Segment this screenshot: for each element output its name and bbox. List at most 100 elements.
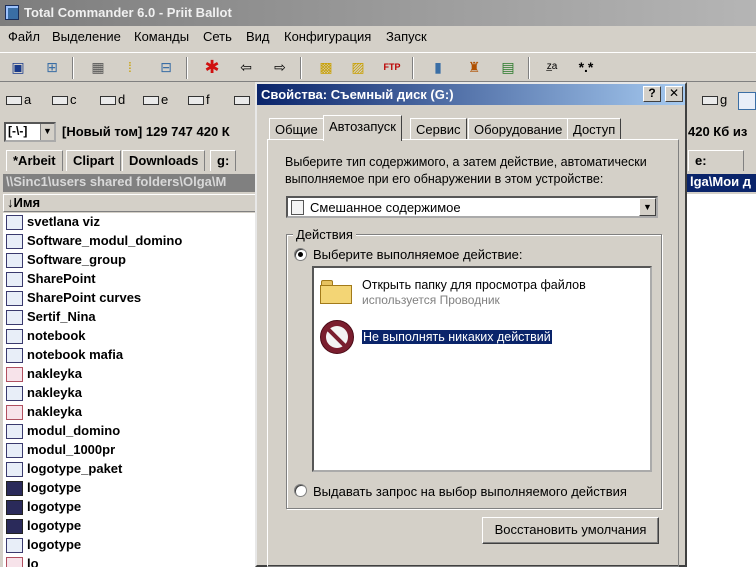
action-do-nothing[interactable]: Не выполнять никаких действий xyxy=(320,320,640,360)
menu-config[interactable]: Конфигурация xyxy=(284,29,371,44)
right-file-list xyxy=(686,194,756,567)
file-name: logotype xyxy=(27,499,82,514)
refresh-icon[interactable]: ▣ xyxy=(6,56,30,80)
tab-sharing[interactable]: Доступ xyxy=(567,118,622,140)
editor-icon[interactable]: ▤ xyxy=(496,56,520,80)
drive-combo[interactable]: [-\-] ▼ xyxy=(4,122,56,142)
file-name: Sertif_Nina xyxy=(27,309,96,324)
document-file-icon xyxy=(6,386,23,401)
forward-icon[interactable]: ⇨ xyxy=(268,56,292,80)
drive-icon xyxy=(100,96,116,105)
drive-f-button[interactable]: f xyxy=(188,92,210,110)
menu-network[interactable]: Сеть xyxy=(203,29,232,44)
image-file-icon xyxy=(6,481,23,496)
left-path[interactable]: \\Sinc1\users shared folders\Olga\M xyxy=(3,174,261,192)
drive-g-button[interactable]: g xyxy=(702,92,727,110)
close-button[interactable]: ✕ xyxy=(665,86,683,102)
action-open-folder[interactable]: Открыть папку для просмотра файлов испол… xyxy=(320,276,640,316)
pdf-file-icon xyxy=(6,557,23,567)
menu-start[interactable]: Запуск xyxy=(386,29,427,44)
file-name: logotype xyxy=(27,518,82,533)
tab-hardware[interactable]: Оборудование xyxy=(468,118,569,140)
file-name: nakleyka xyxy=(27,366,82,381)
no-action-icon xyxy=(320,320,354,354)
file-row[interactable]: logotype xyxy=(3,498,261,517)
file-row[interactable]: logotype xyxy=(3,517,261,536)
file-name: modul_1000pr xyxy=(27,442,116,457)
tab-general[interactable]: Общие xyxy=(269,118,324,140)
file-row[interactable]: Sertif_Nina xyxy=(3,308,261,327)
column-header-name[interactable]: ↓Имя xyxy=(3,194,261,212)
document-file-icon xyxy=(6,443,23,458)
menu-bar: Файл Выделение Команды Сеть Вид Конфигур… xyxy=(0,26,756,48)
tab-clipart[interactable]: Clipart xyxy=(66,150,122,171)
brush-icon[interactable]: ♜ xyxy=(462,56,486,80)
file-row[interactable]: nakleyka xyxy=(3,365,261,384)
tree-view-icon[interactable]: ⊟ xyxy=(154,56,178,80)
menu-commands[interactable]: Команды xyxy=(134,29,189,44)
restore-defaults-button[interactable]: Восстановить умолчания xyxy=(482,517,659,544)
chevron-down-icon[interactable]: ▼ xyxy=(639,198,656,216)
properties-dialog: Свойства: Съемный диск (G:) ? ✕ Общие Ав… xyxy=(255,82,687,567)
tab-g[interactable]: g: xyxy=(210,150,237,171)
file-row[interactable]: Software_group xyxy=(3,251,261,270)
help-button[interactable]: ? xyxy=(643,86,661,102)
toolbar-separator xyxy=(300,57,302,79)
toolbar-separator xyxy=(528,57,530,79)
content-type-label: Выберите тип содержимого, а затем действ… xyxy=(285,155,647,186)
drive-icon xyxy=(234,96,250,105)
notes-icon[interactable]: ▮ xyxy=(426,56,450,80)
back-icon[interactable]: ⇦ xyxy=(234,56,258,80)
document-file-icon xyxy=(6,348,23,363)
radio-prompt-action[interactable] xyxy=(294,484,307,497)
tree-icon[interactable]: ⊞ xyxy=(40,56,64,80)
file-row[interactable]: lo xyxy=(3,555,261,567)
drive-e-button[interactable]: e xyxy=(143,92,168,110)
ftp-icon[interactable]: FTP xyxy=(380,56,404,80)
menu-file[interactable]: Файл xyxy=(8,29,40,44)
drive-d-button[interactable]: d xyxy=(100,92,125,110)
right-path[interactable]: lga\Мои д xyxy=(686,174,756,192)
file-row[interactable]: SharePoint curves xyxy=(3,289,261,308)
drive-icon xyxy=(52,96,68,105)
file-row[interactable]: modul_domino xyxy=(3,422,261,441)
drive-a-button[interactable]: a xyxy=(6,92,31,110)
filter-icon[interactable]: ✱ xyxy=(200,56,224,80)
full-view-icon[interactable]: ⁞ xyxy=(118,56,142,80)
action-do-nothing-label: Не выполнять никаких действий xyxy=(361,329,553,345)
file-name: notebook xyxy=(27,328,86,343)
content-type-select[interactable]: Смешанное содержимое ▼ xyxy=(286,196,658,218)
file-row[interactable]: logotype_paket xyxy=(3,460,261,479)
menu-select[interactable]: Выделение xyxy=(52,29,121,44)
file-row[interactable]: logotype xyxy=(3,536,261,555)
select-all-icon[interactable]: *.* xyxy=(574,56,598,80)
tab-autoplay[interactable]: Автозапуск xyxy=(323,115,402,141)
network-icon[interactable] xyxy=(738,92,756,110)
drive-button[interactable] xyxy=(234,92,252,110)
radio-prompt-action-label: Выдавать запрос на выбор выполняемого де… xyxy=(313,484,627,499)
file-name: nakleyka xyxy=(27,385,82,400)
file-row[interactable]: nakleyka xyxy=(3,403,261,422)
file-row[interactable]: modul_1000pr xyxy=(3,441,261,460)
sort-az-icon[interactable]: z̲a xyxy=(540,56,564,80)
action-open-folder-subtitle: используется Проводник xyxy=(362,293,500,307)
tab-arbeit[interactable]: *Arbeit xyxy=(6,150,63,171)
tab-tools[interactable]: Сервис xyxy=(410,118,467,140)
menu-view[interactable]: Вид xyxy=(246,29,270,44)
pack-icon[interactable]: ▩ xyxy=(314,56,338,80)
tab-downloads[interactable]: Downloads xyxy=(122,150,206,171)
file-list: svetlana viz Software_modul_domino Softwar… xyxy=(3,213,261,567)
toolbar-separator xyxy=(72,57,74,79)
radio-select-action[interactable] xyxy=(294,248,307,261)
file-row[interactable]: SharePoint xyxy=(3,270,261,289)
unpack-icon[interactable]: ▨ xyxy=(346,56,370,80)
brief-view-icon[interactable]: ▦ xyxy=(86,56,110,80)
drive-c-button[interactable]: c xyxy=(52,92,77,110)
tab-e[interactable]: e: xyxy=(688,150,744,171)
file-row[interactable]: notebook mafia xyxy=(3,346,261,365)
file-row[interactable]: logotype xyxy=(3,479,261,498)
file-row[interactable]: Software_modul_domino xyxy=(3,232,261,251)
file-row[interactable]: nakleyka xyxy=(3,384,261,403)
file-row[interactable]: notebook xyxy=(3,327,261,346)
file-row[interactable]: svetlana viz xyxy=(3,213,261,232)
